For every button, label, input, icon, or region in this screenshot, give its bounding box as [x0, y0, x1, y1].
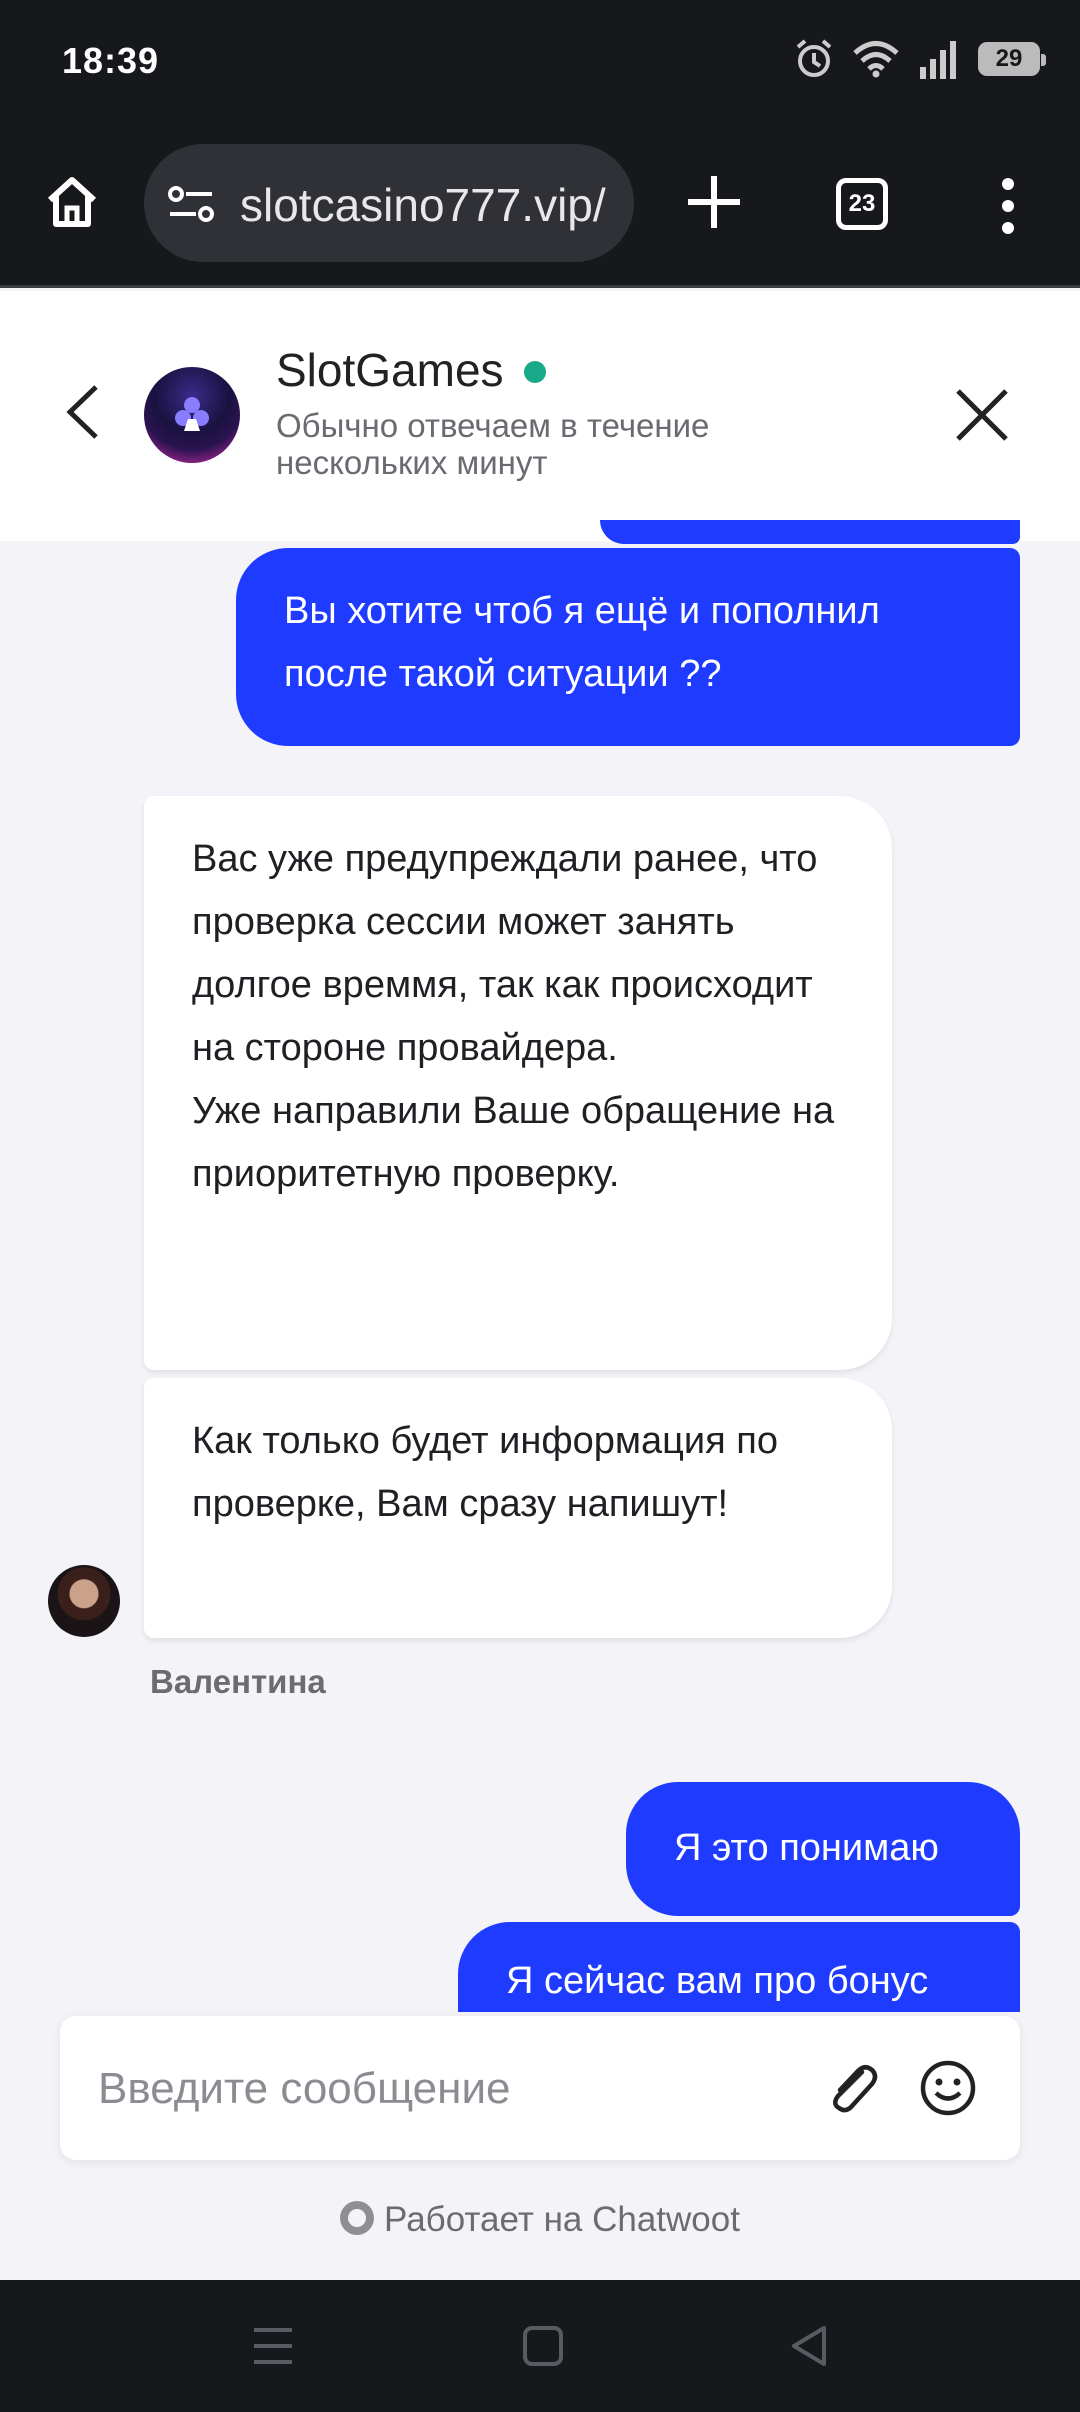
status-time: 18:39	[62, 40, 160, 81]
chat-subtitle: Обычно отвечаем в течение нескольких мин…	[276, 407, 710, 481]
powered-by[interactable]: Работает на Chatwoot	[0, 2200, 1080, 2240]
signal-icon	[920, 41, 956, 79]
battery-indicator: 29	[978, 42, 1046, 76]
message-text: Вы хотите чтоб я ещё и пополнил после та…	[284, 590, 880, 695]
message-bubble-user: Я это понимаю	[626, 1782, 1020, 1916]
club-icon	[175, 397, 209, 431]
message-input[interactable]	[96, 2050, 800, 2128]
message-bubble-agent: Как только будет информация по проверке,…	[144, 1378, 892, 1638]
status-bar: 18:39 29	[0, 0, 1080, 130]
message-bubble-user: Я сейчас вам про бонус	[458, 1922, 1020, 2012]
message-text: Как только будет информация по проверке,…	[192, 1420, 778, 1525]
message-text: Я это понимаю	[674, 1827, 939, 1869]
message-composer	[60, 2016, 1020, 2160]
close-icon[interactable]	[952, 385, 1012, 445]
site-settings-icon[interactable]	[166, 184, 216, 224]
alarm-icon	[796, 39, 832, 77]
back-nav-icon[interactable]	[786, 2322, 832, 2370]
brand-logo	[144, 367, 240, 463]
new-tab-icon[interactable]	[680, 168, 748, 236]
chat-header: SlotGames Обычно отвечаем в течение неск…	[0, 291, 1080, 541]
message-bubble-agent: Вас уже предупреждали ранее, что проверк…	[144, 796, 892, 1370]
battery-level: 29	[995, 45, 1023, 72]
system-nav-bar	[0, 2280, 1080, 2412]
status-icons: 29	[794, 38, 1046, 80]
back-arrow-icon[interactable]	[60, 381, 106, 443]
tab-switcher-icon[interactable]: 23	[836, 178, 888, 230]
attachment-icon[interactable]	[820, 2056, 884, 2120]
home-icon[interactable]	[40, 170, 104, 234]
online-status-dot	[524, 361, 546, 383]
emoji-icon[interactable]	[918, 2058, 978, 2118]
url-text[interactable]: slotcasino777.vip/	[240, 178, 620, 232]
address-bar[interactable]: slotcasino777.vip/	[144, 144, 634, 262]
message-text: Вас уже предупреждали ранее, что проверк…	[192, 838, 835, 1195]
message-text: Я сейчас вам про бонус	[506, 1960, 929, 2002]
wifi-icon	[853, 41, 899, 78]
tab-count: 23	[848, 190, 876, 217]
message-bubble-user: Вы хотите чтоб я ещё и пополнил после та…	[236, 548, 1020, 746]
toolbar-divider	[0, 285, 1080, 288]
chatwoot-logo-icon	[340, 2201, 375, 2235]
chat-title: SlotGames	[276, 344, 504, 396]
agent-name: Валентина	[150, 1663, 326, 1700]
agent-avatar	[48, 1565, 120, 1637]
recent-apps-icon[interactable]	[250, 2322, 296, 2370]
powered-by-text: Работает на Chatwoot	[384, 2200, 740, 2239]
message-bubble-partial	[600, 520, 1020, 544]
browser-toolbar: slotcasino777.vip/ 23	[0, 130, 1080, 288]
home-nav-icon[interactable]	[520, 2322, 566, 2370]
more-menu-icon[interactable]	[990, 174, 1026, 238]
